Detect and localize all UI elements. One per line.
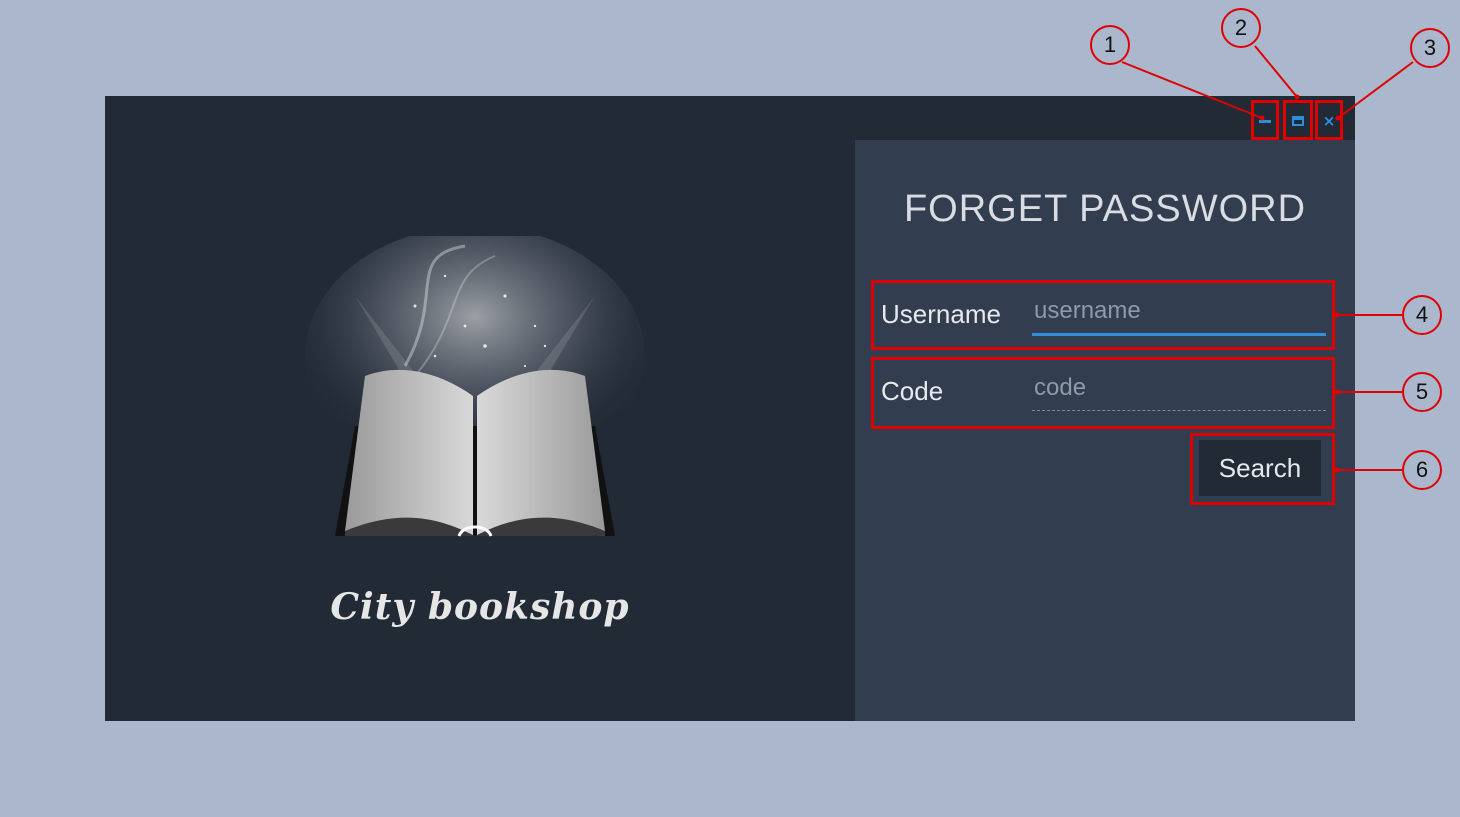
callout-3: 3: [1410, 28, 1450, 68]
open-book-logo: [305, 236, 645, 537]
app-window: City bookshop FORGET PASSWORD Username C…: [105, 96, 1355, 721]
screen: City bookshop FORGET PASSWORD Username C…: [0, 0, 1460, 817]
brand-name: City bookshop: [330, 586, 630, 628]
branding-pane: City bookshop: [105, 96, 855, 721]
search-button[interactable]: Search: [1199, 440, 1321, 496]
maximize-icon: [1292, 116, 1304, 126]
callout-2: 2: [1221, 8, 1261, 48]
callout-4: 4: [1402, 295, 1442, 335]
minimize-icon: [1259, 119, 1271, 123]
code-label: Code: [881, 376, 944, 406]
close-button[interactable]: ×: [1317, 106, 1341, 136]
callout-6: 6: [1402, 450, 1442, 490]
forget-password-panel: FORGET PASSWORD Username Code Search: [855, 140, 1355, 721]
maximize-button[interactable]: [1286, 106, 1310, 136]
callout-5: 5: [1402, 372, 1442, 412]
username-input[interactable]: [1032, 289, 1326, 336]
close-icon: ×: [1322, 112, 1336, 130]
code-input[interactable]: [1032, 366, 1326, 411]
code-row: Code: [875, 362, 1326, 424]
username-label: Username: [881, 299, 1001, 329]
username-row: Username: [875, 285, 1326, 347]
callout-1: 1: [1090, 25, 1130, 65]
page-title: FORGET PASSWORD: [903, 188, 1307, 230]
minimize-button[interactable]: [1253, 106, 1277, 136]
